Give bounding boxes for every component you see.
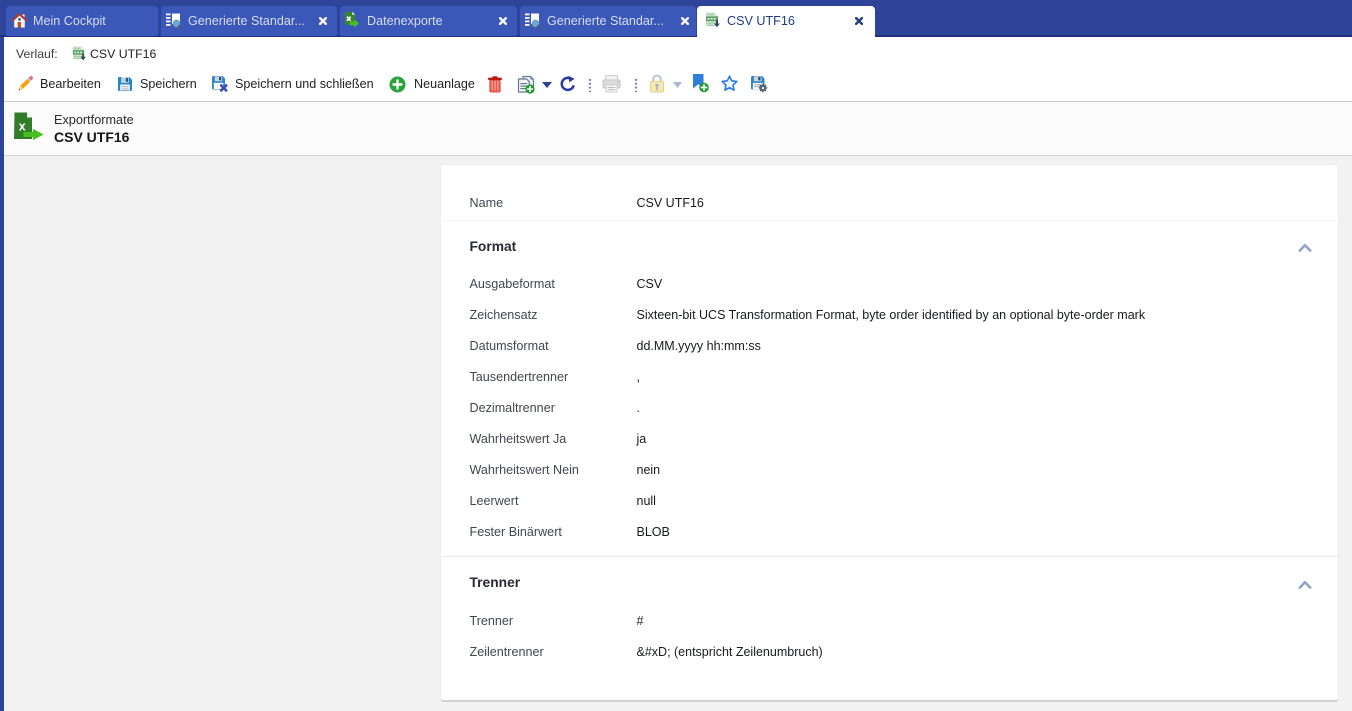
svg-text:x: x [19,120,26,134]
